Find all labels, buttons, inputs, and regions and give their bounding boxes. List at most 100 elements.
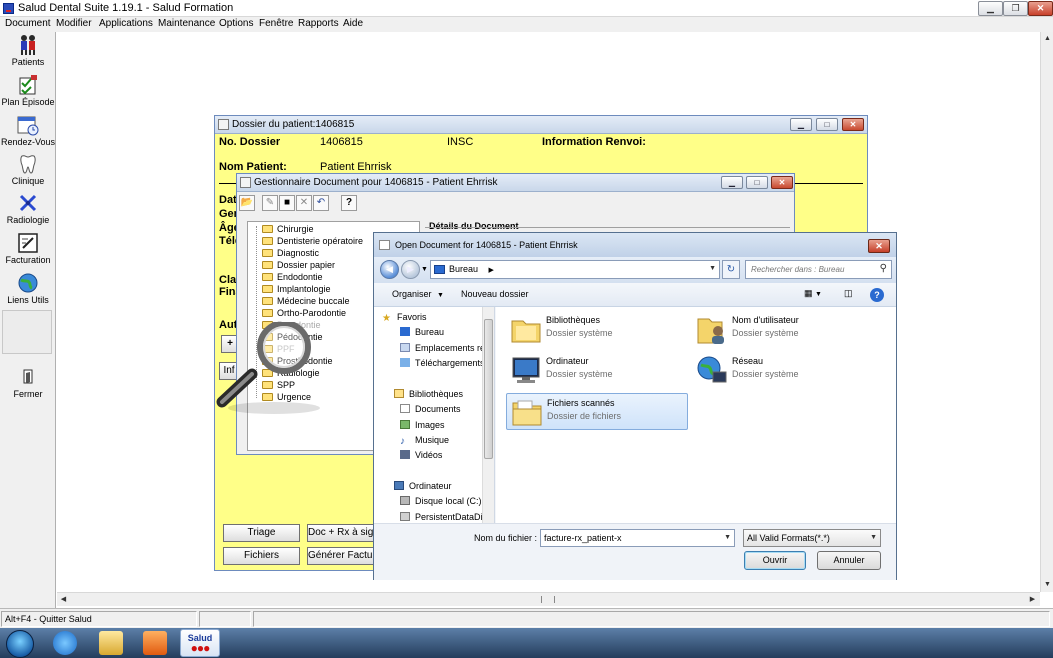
file-tile-ordinateur[interactable]: Ordinateur Dossier système bbox=[506, 352, 688, 389]
windows-start-icon[interactable] bbox=[6, 630, 34, 658]
launcher-radiologie[interactable]: Radiologie bbox=[0, 192, 56, 225]
menu-options[interactable]: Options bbox=[219, 18, 253, 29]
nav-emplacements[interactable]: Emplacements ré bbox=[400, 343, 485, 353]
launcher-liens-utils[interactable]: Liens Utils bbox=[0, 272, 56, 305]
organize-menu[interactable]: Organiser ▼ bbox=[392, 289, 444, 299]
view-options-icon[interactable]: ▦ ▼ bbox=[804, 288, 822, 299]
dossier-close-button[interactable]: ✕ bbox=[842, 118, 864, 131]
chevron-down-icon[interactable]: ▼ bbox=[724, 534, 731, 541]
file-type-select[interactable]: All Valid Formats(*.*) ▼ bbox=[743, 529, 881, 547]
manager-maximize-button[interactable]: □ bbox=[746, 176, 768, 189]
workspace-vertical-scrollbar[interactable]: ▲ ▼ bbox=[1040, 32, 1053, 592]
new-folder-button[interactable]: Nouveau dossier bbox=[461, 289, 529, 299]
dossier-title: Dossier du patient:1406815 bbox=[232, 119, 355, 130]
tree-item[interactable]: Médecine buccale bbox=[262, 296, 350, 308]
save-icon[interactable]: ■ bbox=[279, 195, 295, 211]
tree-item[interactable]: Dentisterie opératoire bbox=[262, 236, 363, 248]
scroll-right-icon[interactable]: ▶ bbox=[1026, 593, 1039, 606]
restore-button[interactable]: ❐ bbox=[1003, 1, 1028, 16]
scroll-up-icon[interactable]: ▲ bbox=[1041, 32, 1053, 45]
nav-bureau[interactable]: Bureau bbox=[400, 327, 444, 337]
nav-telechargements[interactable]: Téléchargements bbox=[400, 358, 485, 368]
preview-pane-icon[interactable]: ◫ bbox=[844, 288, 853, 299]
file-tile-nom-utilisateur[interactable]: Nom d'utilisateur Dossier système bbox=[692, 311, 874, 348]
tree-item[interactable]: Ortho-Parodontie bbox=[262, 308, 346, 320]
launcher-patients[interactable]: Patients bbox=[0, 34, 56, 67]
menu-aide[interactable]: Aide bbox=[343, 18, 363, 29]
nav-favoris[interactable]: ★ Favoris bbox=[382, 312, 427, 324]
launcher-plan-episode[interactable]: Plan Épisode bbox=[0, 74, 56, 107]
launcher-fermer[interactable]: Fermer bbox=[0, 366, 56, 399]
edit-icon[interactable]: ✎ bbox=[262, 195, 278, 211]
nav-videos[interactable]: Vidéos bbox=[400, 450, 442, 460]
search-icon[interactable]: ⚲ bbox=[880, 263, 887, 274]
tree-item[interactable]: Diagnostic bbox=[262, 248, 319, 260]
nav-documents[interactable]: Documents bbox=[400, 404, 461, 414]
search-input[interactable]: Rechercher dans : Bureau ⚲ bbox=[745, 260, 892, 279]
nav-persistent-data[interactable]: PersistentDataDis bbox=[400, 512, 487, 522]
minimize-button[interactable]: ▁ bbox=[978, 1, 1003, 16]
doc-rx-button[interactable]: Doc + Rx à signer bbox=[307, 524, 375, 542]
delete-icon[interactable]: ✕ bbox=[296, 195, 312, 211]
tree-item[interactable]: Endodontie bbox=[262, 272, 323, 284]
help-icon[interactable]: ? bbox=[341, 195, 357, 211]
help-icon[interactable]: ? bbox=[870, 288, 884, 302]
tree-item[interactable]: Chirurgie bbox=[262, 224, 314, 236]
filename-input[interactable]: facture-rx_patient-x ▼ bbox=[540, 529, 735, 547]
nav-images[interactable]: Images bbox=[400, 420, 445, 430]
scroll-down-icon[interactable]: ▼ bbox=[1041, 578, 1053, 591]
launcher-clinique[interactable]: Clinique bbox=[0, 153, 56, 186]
dossier-minimize-button[interactable]: ▁ bbox=[790, 118, 812, 131]
workspace-horizontal-scrollbar[interactable]: ◀ ▶ bbox=[57, 592, 1040, 606]
file-tile-reseau[interactable]: Réseau Dossier système bbox=[692, 352, 874, 389]
scroll-thumb[interactable] bbox=[484, 319, 493, 459]
status-cell-2 bbox=[199, 611, 251, 627]
nav-bibliotheques[interactable]: Bibliothèques bbox=[394, 389, 463, 399]
file-tile-bibliotheques[interactable]: Bibliothèques Dossier système bbox=[506, 311, 688, 348]
menu-document[interactable]: Document bbox=[5, 18, 51, 29]
launcher-label: Liens Utils bbox=[7, 295, 49, 305]
dossier-maximize-button[interactable]: □ bbox=[816, 118, 838, 131]
menu-modifier[interactable]: Modifier bbox=[56, 18, 92, 29]
scroll-thumb-grip[interactable] bbox=[541, 596, 555, 603]
internet-explorer-icon[interactable] bbox=[53, 631, 77, 655]
nav-disque-local[interactable]: Disque local (C:) bbox=[400, 496, 482, 506]
menu-maintenance[interactable]: Maintenance bbox=[158, 18, 215, 29]
fichiers-button[interactable]: Fichiers bbox=[223, 547, 300, 565]
open-dialog-close-button[interactable]: ✕ bbox=[868, 239, 890, 253]
manager-minimize-button[interactable]: ▁ bbox=[721, 176, 743, 189]
menu-applications[interactable]: Applications bbox=[99, 18, 153, 29]
open-button[interactable]: Ouvrir bbox=[744, 551, 806, 570]
menu-rapports[interactable]: Rapports bbox=[298, 18, 339, 29]
breadcrumb-chevron-icon[interactable]: ▶ bbox=[489, 267, 494, 274]
drive-icon bbox=[400, 496, 410, 505]
forward-arrow-icon[interactable]: ▶ bbox=[401, 260, 420, 279]
nav-ordinateur[interactable]: Ordinateur bbox=[394, 481, 452, 491]
scroll-left-icon[interactable]: ◀ bbox=[57, 593, 70, 606]
generer-facture-button[interactable]: Générer Facture bbox=[307, 547, 375, 565]
open-folder-icon[interactable]: 📂 bbox=[239, 195, 255, 211]
refresh-icon[interactable]: ↻ bbox=[722, 260, 740, 279]
nav-pane-scrollbar[interactable] bbox=[482, 307, 494, 523]
tree-item[interactable]: Implantologie bbox=[262, 284, 331, 296]
media-player-icon[interactable] bbox=[143, 631, 167, 655]
address-dropdown-icon[interactable]: ▼ bbox=[709, 265, 716, 272]
tree-item[interactable]: Dossier papier bbox=[262, 260, 335, 272]
window-icon bbox=[379, 240, 390, 250]
manager-close-button[interactable]: ✕ bbox=[771, 176, 793, 189]
file-explorer-icon[interactable] bbox=[99, 631, 123, 655]
triage-button[interactable]: Triage bbox=[223, 524, 300, 542]
menu-fenetre[interactable]: Fenêtre bbox=[259, 18, 293, 29]
back-arrow-icon[interactable]: ◀ bbox=[380, 260, 399, 279]
field-label: Dat bbox=[219, 194, 237, 206]
history-dropdown-icon[interactable]: ▼ bbox=[421, 266, 428, 273]
close-button[interactable]: ✕ bbox=[1028, 1, 1053, 16]
undo-icon[interactable]: ↶ bbox=[313, 195, 329, 211]
launcher-facturation[interactable]: Facturation bbox=[0, 232, 56, 265]
launcher-rendez-vous[interactable]: Rendez-Vous bbox=[0, 114, 56, 147]
nav-musique[interactable]: ♪ Musique bbox=[400, 435, 449, 447]
address-bar[interactable]: Bureau ▶ ▼ bbox=[430, 260, 720, 279]
cancel-button[interactable]: Annuler bbox=[817, 551, 881, 570]
file-tile-fichiers-scannes[interactable]: Fichiers scannés Dossier de fichiers bbox=[506, 393, 688, 430]
taskbar-salud-button[interactable]: Salud ●●● bbox=[180, 629, 220, 657]
